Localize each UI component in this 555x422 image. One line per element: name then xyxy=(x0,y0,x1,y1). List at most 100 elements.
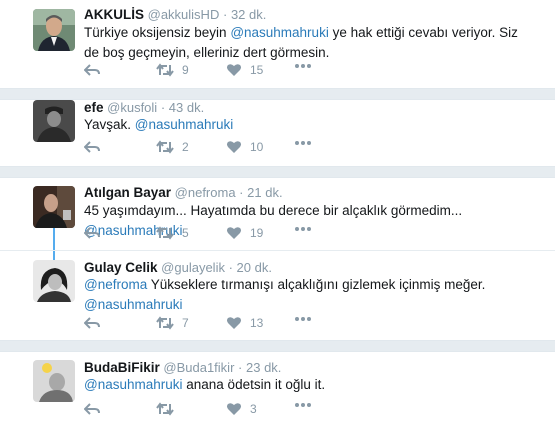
tweet-text: 45 yaşımdayım... Hayatımda bu derece bir… xyxy=(84,201,544,241)
timestamp[interactable]: 32 dk. xyxy=(231,7,266,22)
like-button[interactable]: 10 xyxy=(226,140,263,154)
retweet-button[interactable]: 9 xyxy=(156,63,189,77)
separator-dot: · xyxy=(239,185,244,200)
retweet-button[interactable]: 2 xyxy=(156,140,189,154)
more-button[interactable] xyxy=(294,316,312,322)
more-button[interactable] xyxy=(294,63,312,69)
like-icon xyxy=(227,317,241,329)
mention-link[interactable]: @nefroma xyxy=(84,277,147,292)
tweet-gulay-celik[interactable]: Gulay Celik @gulayelik · 20 dk. @nefroma… xyxy=(0,252,555,340)
like-icon xyxy=(227,227,241,239)
tweet-text: Türkiye oksijensiz beyin @nasuhmahruki y… xyxy=(84,23,534,63)
more-icon xyxy=(295,64,311,68)
mention-link[interactable]: @nasuhmahruki xyxy=(84,297,183,312)
more-button[interactable] xyxy=(294,402,312,408)
tweet-text-part: Yavşak. xyxy=(84,117,135,132)
tweet-header: AKKULİS @akkulisHD · 32 dk. xyxy=(84,7,266,22)
display-name[interactable]: AKKULİS xyxy=(84,7,144,22)
timeline-separator xyxy=(0,340,555,352)
reply-divider xyxy=(0,250,555,251)
avatar[interactable] xyxy=(33,9,75,51)
tweet-akkulis[interactable]: AKKULİS @akkulisHD · 32 dk. Türkiye oksi… xyxy=(0,0,555,88)
retweet-icon xyxy=(156,402,174,416)
reply-button[interactable] xyxy=(84,226,100,240)
tweet-text-part: anana ödetsin it oğlu it. xyxy=(182,377,326,392)
retweet-icon xyxy=(156,63,174,77)
like-icon xyxy=(227,141,241,153)
timeline-separator xyxy=(0,88,555,100)
like-count: 15 xyxy=(250,63,264,77)
avatar[interactable] xyxy=(33,100,75,142)
timestamp[interactable]: 43 dk. xyxy=(169,100,204,115)
retweet-count: 7 xyxy=(182,316,189,330)
like-count: 19 xyxy=(250,226,264,240)
mention-link[interactable]: @nasuhmahruki xyxy=(84,377,183,392)
tweet-atilgan-bayar[interactable]: Atılgan Bayar @nefroma · 21 dk. 45 yaşım… xyxy=(0,178,555,250)
avatar[interactable] xyxy=(33,186,75,228)
like-button[interactable]: 15 xyxy=(226,63,263,77)
separator-dot: · xyxy=(228,260,233,275)
reply-icon xyxy=(84,227,100,239)
reply-button[interactable] xyxy=(84,316,100,330)
reply-icon xyxy=(84,64,100,76)
retweet-icon xyxy=(156,226,174,240)
more-button[interactable] xyxy=(294,140,312,146)
reply-button[interactable] xyxy=(84,402,100,416)
tweet-text-part: 45 yaşımdayım... Hayatımda bu derece bir… xyxy=(84,203,463,218)
more-icon xyxy=(295,227,311,231)
separator-dot: · xyxy=(222,7,228,22)
like-count: 3 xyxy=(250,402,257,416)
retweet-count: 2 xyxy=(182,140,189,154)
retweet-count: 9 xyxy=(182,63,189,77)
tweet-text: @nasuhmahruki anana ödetsin it oğlu it. xyxy=(84,375,534,395)
display-name[interactable]: Atılgan Bayar xyxy=(84,185,171,200)
timestamp[interactable]: 23 dk. xyxy=(246,360,281,375)
like-icon xyxy=(227,403,241,415)
retweet-button[interactable]: 7 xyxy=(156,316,189,330)
tweet-budabifikir[interactable]: BudaBiFikir @Buda1fikir · 23 dk. @nasuhm… xyxy=(0,352,555,420)
tweet-header: Gulay Celik @gulayelik · 20 dk. xyxy=(84,260,272,275)
tweet-text-part: Türkiye oksijensiz beyin xyxy=(84,25,231,40)
tweet-efe[interactable]: efe @kusfoli · 43 dk. Yavşak. @nasuhmahr… xyxy=(0,100,555,168)
tweet-header: BudaBiFikir @Buda1fikir · 23 dk. xyxy=(84,360,281,375)
reply-button[interactable] xyxy=(84,63,100,77)
timestamp[interactable]: 20 dk. xyxy=(237,260,272,275)
avatar[interactable] xyxy=(33,260,75,302)
retweet-count: 5 xyxy=(182,226,189,240)
tweet-text-part: Yükseklere tırmanışı alçaklığını gizleme… xyxy=(147,277,486,292)
avatar[interactable] xyxy=(33,360,75,402)
user-handle[interactable]: @gulayelik xyxy=(161,260,225,275)
retweet-icon xyxy=(156,140,174,154)
user-handle[interactable]: @akkulisHD xyxy=(148,7,220,22)
more-button[interactable] xyxy=(294,226,312,232)
reply-button[interactable] xyxy=(84,140,100,154)
like-count: 13 xyxy=(250,316,264,330)
retweet-button[interactable]: 5 xyxy=(156,226,189,240)
retweet-button[interactable] xyxy=(156,402,182,416)
reply-icon xyxy=(84,317,100,329)
more-icon xyxy=(295,317,311,321)
like-button[interactable]: 19 xyxy=(226,226,263,240)
tweet-header: Atılgan Bayar @nefroma · 21 dk. xyxy=(84,185,283,200)
tweet-text: Yavşak. @nasuhmahruki xyxy=(84,115,534,135)
like-button[interactable]: 3 xyxy=(226,402,257,416)
reply-icon xyxy=(84,141,100,153)
like-button[interactable]: 13 xyxy=(226,316,263,330)
display-name[interactable]: efe xyxy=(84,100,104,115)
user-handle[interactable]: @kusfoli xyxy=(107,100,157,115)
mention-link[interactable]: @nasuhmahruki xyxy=(230,25,329,40)
reply-icon xyxy=(84,403,100,415)
tweet-header: efe @kusfoli · 43 dk. xyxy=(84,100,204,115)
tweet-text: @nefroma Yükseklere tırmanışı alçaklığın… xyxy=(84,275,534,315)
like-count: 10 xyxy=(250,140,264,154)
mention-link[interactable]: @nasuhmahruki xyxy=(135,117,234,132)
more-icon xyxy=(295,141,311,145)
user-handle[interactable]: @nefroma xyxy=(175,185,236,200)
display-name[interactable]: BudaBiFikir xyxy=(84,360,160,375)
user-handle[interactable]: @Buda1fikir xyxy=(163,360,234,375)
like-icon xyxy=(227,64,241,76)
timeline-separator xyxy=(0,166,555,178)
timestamp[interactable]: 21 dk. xyxy=(247,185,282,200)
separator-dot: · xyxy=(238,360,243,375)
display-name[interactable]: Gulay Celik xyxy=(84,260,158,275)
